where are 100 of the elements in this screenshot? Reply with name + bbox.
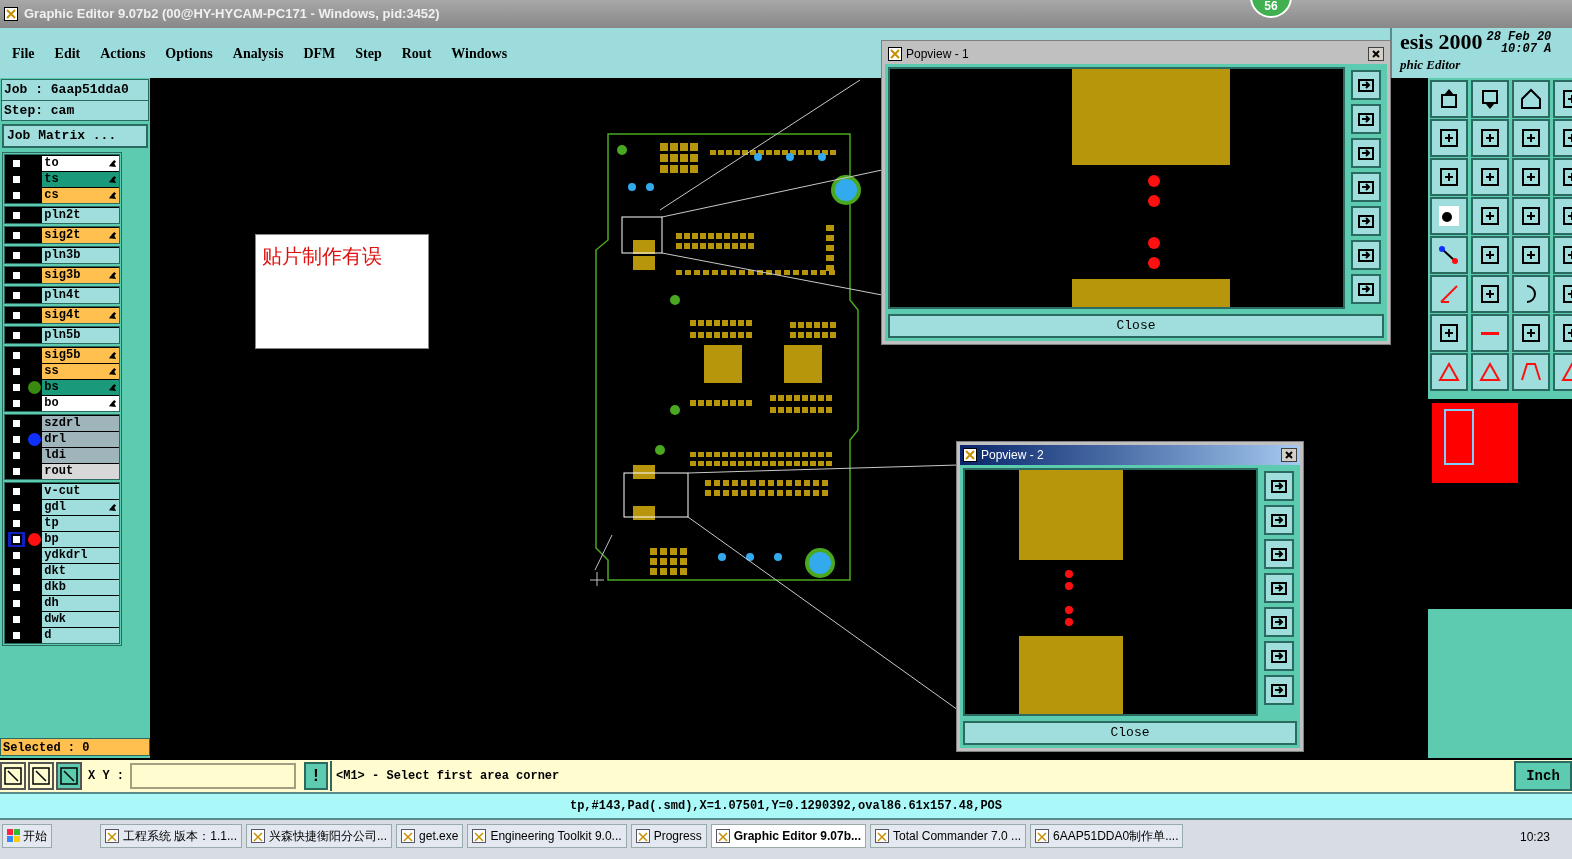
layer-item[interactable]: bo	[42, 395, 119, 411]
start-button[interactable]: 开始	[2, 824, 52, 848]
layer-item[interactable]: ydkdrl	[42, 547, 119, 563]
alert-button[interactable]: !	[304, 762, 328, 790]
layer-item[interactable]: dkt	[42, 563, 119, 579]
layer-item[interactable]: sig5b	[42, 347, 119, 363]
layer-item[interactable]: bs	[42, 379, 119, 395]
layer-item[interactable]: dwk	[42, 611, 119, 627]
layer-item[interactable]: dkb	[42, 579, 119, 595]
layer-item[interactable]: cs	[42, 187, 119, 203]
layer-item[interactable]: gdl	[42, 499, 119, 515]
taskbar-item[interactable]: 6AAP51DDA0制作单....	[1030, 824, 1184, 848]
menu-item[interactable]: Windows	[451, 42, 508, 64]
layer-item[interactable]: v-cut	[42, 483, 119, 499]
layer-item[interactable]: d	[42, 627, 119, 643]
tool-button[interactable]	[1430, 314, 1468, 352]
taskbar-item[interactable]: 兴森快捷衡阳分公司...	[246, 824, 393, 848]
tool-button[interactable]	[1471, 275, 1509, 313]
view-tool-button[interactable]	[1264, 505, 1294, 535]
view-tool-button[interactable]	[1351, 206, 1381, 236]
view-tool-button[interactable]	[1351, 138, 1381, 168]
layer-item[interactable]: pln3b	[42, 247, 119, 263]
view-tool-button[interactable]	[1264, 675, 1294, 705]
close-button[interactable]	[1368, 47, 1384, 61]
tool-button[interactable]	[1430, 197, 1468, 235]
tool-button[interactable]	[1430, 80, 1468, 118]
tool-button[interactable]	[1471, 158, 1509, 196]
taskbar-item[interactable]: get.exe	[396, 824, 464, 848]
layer-name: tp	[44, 517, 59, 529]
view-tool-button[interactable]	[1351, 104, 1381, 134]
tool-button[interactable]	[1512, 197, 1550, 235]
taskbar-item[interactable]: Engineering Toolkit 9.0...	[467, 824, 627, 848]
coordinate-field[interactable]	[130, 763, 296, 789]
step-label: Step: cam	[3, 101, 76, 120]
tool-glyph-icon	[1519, 87, 1543, 111]
view-tool-button[interactable]	[1264, 539, 1294, 569]
menu-item[interactable]: Analysis	[232, 42, 284, 64]
layer-item[interactable]: szdrl	[42, 415, 119, 431]
view-tool-button[interactable]	[1264, 607, 1294, 637]
layer-item[interactable]: tp	[42, 515, 119, 531]
tool-button[interactable]	[1471, 80, 1509, 118]
tool-button[interactable]	[1512, 314, 1550, 352]
layer-item[interactable]: ts	[42, 171, 119, 187]
view-tool-button[interactable]	[1264, 573, 1294, 603]
tool-button[interactable]	[1512, 275, 1550, 313]
layer-item[interactable]: ss	[42, 363, 119, 379]
tool-button[interactable]	[1471, 197, 1509, 235]
view-tool-button[interactable]	[1351, 70, 1381, 100]
taskbar-item[interactable]: Graphic Editor 9.07b...	[710, 824, 867, 848]
layer-item[interactable]: sig2t	[42, 227, 119, 243]
taskbar-item[interactable]: Total Commander 7.0 ...	[870, 824, 1027, 848]
taskbar-item[interactable]: 工程系统 版本：1.1...	[100, 824, 243, 848]
layer-item[interactable]: sig4t	[42, 307, 119, 323]
snap-tool-button[interactable]	[28, 762, 54, 790]
menu-item[interactable]: File	[12, 42, 35, 64]
layer-name: ts	[44, 173, 59, 185]
tool-button[interactable]	[1512, 236, 1550, 274]
tool-button[interactable]	[1512, 80, 1550, 118]
menu-item[interactable]: DFM	[303, 42, 336, 64]
tool-button[interactable]	[1471, 119, 1509, 157]
close-button[interactable]: Close	[963, 720, 1297, 745]
tool-button[interactable]	[1512, 119, 1550, 157]
app-window-icon	[635, 829, 650, 843]
tool-button[interactable]	[1430, 119, 1468, 157]
view-tool-button[interactable]	[1351, 274, 1381, 304]
menu-item[interactable]: Actions	[100, 42, 146, 64]
view-tool-button[interactable]	[1351, 172, 1381, 202]
layer-name: bs	[44, 381, 59, 393]
taskbar-item[interactable]: Progress	[630, 824, 707, 848]
window-title: Graphic Editor 9.07b2 (00@HY-HYCAM-PC171 - Windows, pid:3452)	[24, 5, 440, 24]
menu-item[interactable]: Edit	[54, 42, 81, 64]
layer-item[interactable]: drl	[42, 431, 119, 447]
close-button[interactable]: Close	[888, 313, 1384, 338]
tool-glyph-icon	[1478, 165, 1502, 189]
view-tool-button[interactable]	[1264, 471, 1294, 501]
layer-item[interactable]: sig3b	[42, 267, 119, 283]
snap-tool-button[interactable]	[56, 762, 82, 790]
view-tool-button[interactable]	[1264, 641, 1294, 671]
job-matrix-button[interactable]: Job Matrix ...	[2, 124, 148, 148]
tool-glyph-icon	[1437, 321, 1461, 345]
units-button[interactable]: Inch	[1514, 761, 1572, 791]
layer-item[interactable]: pln4t	[42, 287, 119, 303]
layer-item[interactable]: to	[42, 155, 119, 171]
layer-item[interactable]: rout	[42, 463, 119, 479]
layer-item[interactable]: bp	[42, 531, 119, 547]
tool-button[interactable]	[1471, 236, 1509, 274]
tool-button[interactable]	[1512, 158, 1550, 196]
close-button[interactable]	[1281, 448, 1297, 462]
dash-line-icon	[1481, 331, 1499, 335]
menu-item[interactable]: Step	[355, 42, 382, 64]
layer-item[interactable]: dh	[42, 595, 119, 611]
view-tool-button[interactable]	[1351, 240, 1381, 270]
snap-tool-button[interactable]	[0, 762, 26, 790]
tool-glyph-icon	[1478, 360, 1502, 384]
tool-button[interactable]	[1430, 158, 1468, 196]
layer-item[interactable]: pln5b	[42, 327, 119, 343]
layer-item[interactable]: ldi	[42, 447, 119, 463]
menu-item[interactable]: Rout	[401, 42, 432, 64]
layer-item[interactable]: pln2t	[42, 207, 119, 223]
menu-item[interactable]: Options	[165, 42, 213, 64]
